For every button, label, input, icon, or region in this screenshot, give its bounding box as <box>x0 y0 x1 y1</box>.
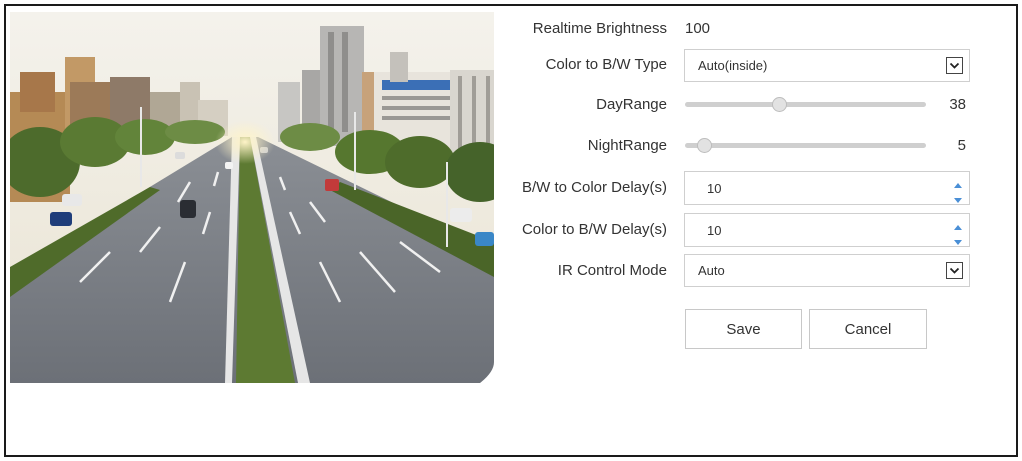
chevron-down-icon[interactable] <box>946 262 963 279</box>
realtime-brightness-label-wrap: Realtime Brightness <box>496 12 667 46</box>
ir-control-mode-select[interactable]: Auto <box>684 254 970 287</box>
realtime-brightness-label: Realtime Brightness <box>532 20 667 37</box>
dayrange-slider-handle[interactable] <box>771 97 787 112</box>
dayrange-slider-track[interactable] <box>685 102 926 107</box>
color-to-bw-type-label: Color to B/W Type <box>545 56 667 73</box>
color-to-bw-type-label-wrap: Color to B/W Type <box>496 48 667 82</box>
chevron-down-icon[interactable] <box>946 57 963 74</box>
dayrange-label-wrap: DayRange <box>496 88 667 122</box>
color-to-bw-delay-value: 10 <box>707 223 722 238</box>
bw-to-color-delay-stepper[interactable]: 10 <box>684 171 970 205</box>
nightrange-slider[interactable] <box>685 129 926 163</box>
cancel-button[interactable]: Cancel <box>809 309 927 349</box>
nightrange-slider-handle[interactable] <box>697 138 713 153</box>
caret-up-icon[interactable] <box>953 177 963 188</box>
dayrange-label: DayRange <box>596 96 667 113</box>
ir-control-mode-label: IR Control Mode <box>557 262 667 279</box>
color-to-bw-delay-label: Color to B/W Delay(s) <box>521 221 667 238</box>
nightrange-value: 5 <box>957 137 966 154</box>
ir-control-mode-label-wrap: IR Control Mode <box>496 254 667 288</box>
save-button[interactable]: Save <box>685 309 802 349</box>
color-to-bw-delay-stepper[interactable]: 10 <box>684 213 970 247</box>
color-to-bw-delay-label-wrap: Color to B/W Delay(s) <box>496 213 667 247</box>
bw-to-color-delay-label-wrap: B/W to Color Delay(s) <box>496 171 667 205</box>
camera-preview <box>10 12 494 383</box>
dayrange-slider[interactable] <box>685 88 926 122</box>
color-to-bw-type-select[interactable]: Auto(inside) <box>684 49 970 82</box>
bw-to-color-delay-label: B/W to Color Delay(s) <box>521 179 667 196</box>
caret-up-icon[interactable] <box>953 219 963 230</box>
nightrange-label-wrap: NightRange <box>496 129 667 163</box>
color-to-bw-type-value: Auto(inside) <box>698 58 768 73</box>
realtime-brightness-value: 100 <box>685 20 711 37</box>
ir-control-mode-value: Auto <box>698 263 725 278</box>
dayrange-value: 38 <box>949 96 966 113</box>
nightrange-slider-track[interactable] <box>685 143 926 148</box>
bw-to-color-delay-value: 10 <box>707 181 722 196</box>
caret-down-icon[interactable] <box>953 191 963 203</box>
nightrange-label: NightRange <box>587 137 667 154</box>
caret-down-icon[interactable] <box>953 233 963 245</box>
